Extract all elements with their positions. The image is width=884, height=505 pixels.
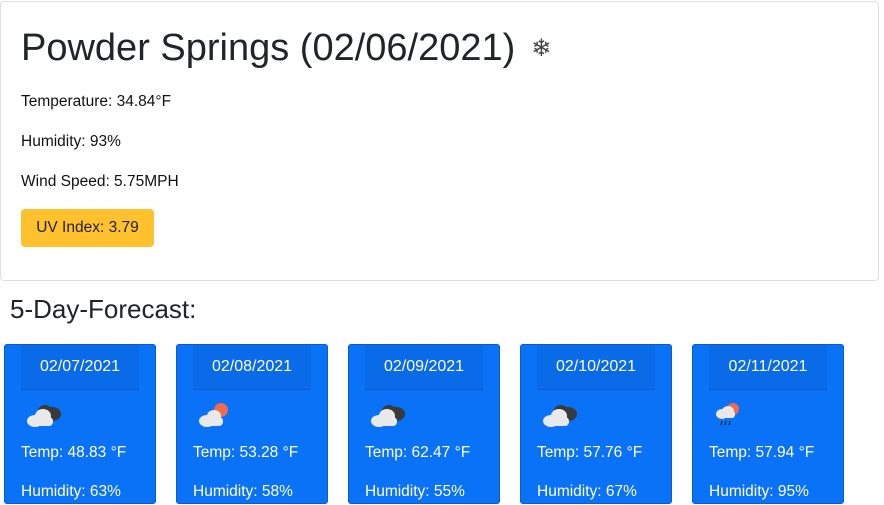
forecast-card-2: 02/08/2021 Temp: 53.28 °F Humidity: 58% [176, 344, 328, 504]
humidity-text: Humidity: 93% [21, 133, 121, 150]
uv-index-badge: UV Index: 3.79 [21, 209, 154, 247]
forecast-date: 02/11/2021 [709, 345, 827, 390]
forecast-humidity: Humidity: 95% [709, 483, 809, 500]
wind-speed-text: Wind Speed: 5.75MPH [21, 173, 179, 190]
forecast-humidity: Humidity: 63% [21, 483, 121, 500]
current-weather-card: Powder Springs (02/06/2021) ❄ Temperatur… [0, 1, 879, 281]
forecast-card-3: 02/09/2021 Temp: 62.47 °F Humidity: 55% [348, 344, 500, 504]
forecast-card-1: 02/07/2021 Temp: 48.83 °F Humidity: 63% [4, 344, 156, 504]
cloudy-icon [371, 405, 405, 427]
forecast-temp: Temp: 62.47 °F [365, 444, 471, 461]
partly-cloudy-sun-icon [199, 403, 228, 427]
forecast-card-4: 02/10/2021 Temp: 57.76 °F Humidity: 67% [520, 344, 672, 504]
forecast-card-5: 02/11/2021 Temp: 57.94 °F Humidity: 95% [692, 344, 844, 504]
city-title-text: Powder Springs (02/06/2021) [21, 27, 516, 69]
forecast-heading: 5-Day-Forecast: [10, 294, 197, 324]
temperature-text: Temperature: 34.84°F [21, 93, 172, 110]
forecast-date: 02/08/2021 [193, 345, 311, 390]
forecast-temp: Temp: 57.76 °F [537, 444, 643, 461]
cloudy-icon [543, 405, 577, 427]
forecast-humidity: Humidity: 55% [365, 483, 465, 500]
forecast-temp: Temp: 53.28 °F [193, 444, 299, 461]
rain-sun-icon [716, 403, 739, 426]
forecast-temp: Temp: 48.83 °F [21, 444, 127, 461]
forecast-temp: Temp: 57.94 °F [709, 444, 815, 461]
forecast-date: 02/09/2021 [365, 345, 483, 390]
forecast-humidity: Humidity: 67% [537, 483, 637, 500]
city-title: Powder Springs (02/06/2021) ❄ [21, 27, 551, 70]
snowflake-icon: ❄ [531, 34, 552, 62]
forecast-humidity: Humidity: 58% [193, 483, 293, 500]
cloudy-icon [27, 405, 61, 427]
forecast-date: 02/10/2021 [537, 345, 655, 390]
forecast-date: 02/07/2021 [21, 345, 139, 390]
